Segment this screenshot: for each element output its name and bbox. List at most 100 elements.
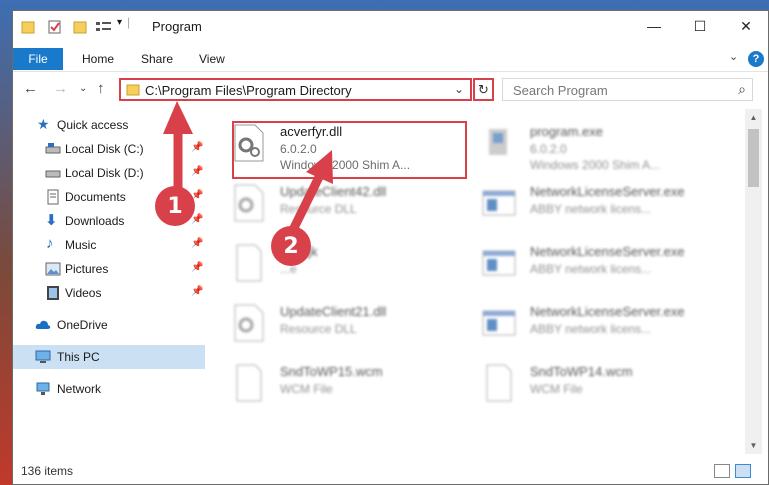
search-placeholder: Search Program — [513, 83, 608, 98]
tab-home[interactable]: Home — [82, 52, 114, 66]
back-arrow-icon[interactable]: ← — [23, 80, 38, 97]
vertical-scrollbar[interactable]: ▲ ▼ — [745, 109, 762, 454]
maximize-button[interactable]: ☐ — [677, 11, 723, 41]
tab-file[interactable]: File — [13, 48, 63, 70]
tab-share[interactable]: Share — [141, 52, 173, 66]
window-title: Program — [152, 19, 202, 34]
status-bar: 136 items — [13, 458, 768, 484]
minimize-button[interactable]: — — [631, 11, 677, 41]
pictures-icon — [45, 262, 61, 276]
file-item-sndtowp14-wcm[interactable]: SndToWP14.wcm WCM File — [458, 357, 703, 409]
file-item-updateclient42-dll[interactable]: UpdateClient42.dll Resource DLL — [208, 177, 453, 229]
file-item-networklicenseserver-exe[interactable]: NetworkLicenseServer.exe ABBY network li… — [458, 177, 703, 229]
sidebar-item-local-disk-c[interactable]: Local Disk (C:) 📌 — [13, 137, 205, 161]
dll-icon — [234, 184, 264, 222]
tab-view[interactable]: View — [199, 52, 225, 66]
expand-ribbon-icon[interactable]: ⌄ — [729, 50, 738, 63]
pin-icon[interactable]: 📌 — [191, 142, 203, 153]
details-view-icon[interactable] — [714, 464, 730, 478]
file-item-sndtowp15-wcm[interactable]: SndToWP15.wcm WCM File — [208, 357, 453, 409]
help-button[interactable]: ? — [748, 51, 764, 67]
refresh-button[interactable]: ↻ — [473, 78, 494, 101]
blank-file-icon — [236, 244, 262, 282]
step-badge-2: 2 — [271, 226, 311, 266]
folder-icon[interactable] — [21, 19, 35, 35]
file-description: WCM File — [280, 382, 333, 396]
pin-icon[interactable]: 📌 — [191, 262, 203, 273]
sidebar-item-music[interactable]: ♪ Music 📌 — [13, 233, 205, 257]
refresh-icon: ↻ — [478, 81, 489, 97]
large-icons-view-icon[interactable] — [735, 464, 751, 478]
recent-locations-icon[interactable]: ⌄ — [79, 83, 87, 94]
navigation-pane: ★ Quick access Local Disk (C:) 📌 Local D… — [13, 109, 205, 454]
title-separator: | — [127, 15, 131, 29]
scroll-up-icon[interactable]: ▲ — [745, 109, 762, 126]
star-icon: ★ — [37, 116, 50, 132]
cloud-icon — [35, 320, 51, 329]
new-folder-icon[interactable] — [73, 19, 87, 35]
file-name: UpdateClient21.dll — [280, 304, 387, 319]
dll-icon — [234, 304, 264, 342]
sidebar-item-label: Local Disk (C:) — [65, 142, 144, 156]
pin-icon[interactable]: 📌 — [191, 166, 203, 177]
close-button[interactable]: ✕ — [723, 11, 769, 41]
blank-file-icon — [486, 364, 512, 402]
sidebar-item-quick-access[interactable]: ★ Quick access — [13, 113, 205, 137]
properties-icon[interactable] — [47, 19, 63, 35]
exe-icon — [489, 129, 507, 155]
file-item-cjk[interactable]: ...n.cjk ...e — [208, 237, 453, 289]
sidebar-item-local-disk-d[interactable]: Local Disk (D:) 📌 — [13, 161, 205, 185]
network-icon — [36, 382, 50, 395]
file-item-updateclient21-dll[interactable]: UpdateClient21.dll Resource DLL — [208, 297, 453, 349]
sidebar-item-label: OneDrive — [57, 318, 108, 332]
file-description: ABBY network licens... — [530, 262, 652, 276]
file-highlight-box — [232, 121, 467, 179]
step-badge-1: 1 — [155, 186, 195, 226]
file-name: program.exe — [530, 124, 603, 139]
pin-icon[interactable]: 📌 — [191, 214, 203, 225]
file-description: Windows 2000 Shim A... — [530, 158, 661, 172]
file-name: SndToWP15.wcm — [280, 364, 383, 379]
forward-arrow-icon[interactable]: → — [53, 80, 68, 97]
file-description: Resource DLL — [280, 202, 357, 216]
address-path: C:\Program Files\Program Directory — [145, 83, 352, 98]
sidebar-item-videos[interactable]: Videos 📌 — [13, 281, 205, 305]
file-name: SndToWP14.wcm — [530, 364, 633, 379]
up-arrow-icon[interactable]: ↑ — [97, 80, 105, 97]
drive-icon — [45, 170, 61, 178]
search-box[interactable]: Search Program ⌕ — [502, 78, 753, 101]
sidebar-item-this-pc[interactable]: This PC — [13, 345, 205, 369]
app-window-icon — [482, 190, 516, 216]
drive-icon — [45, 143, 61, 154]
file-version: 6.0.2.0 — [530, 142, 567, 156]
ribbon-tabs: File Home Share View ⌄ ? — [13, 48, 768, 70]
sidebar-item-onedrive[interactable]: OneDrive — [13, 313, 205, 337]
address-dropdown-icon[interactable]: ⌄ — [454, 82, 464, 96]
sidebar-item-pictures[interactable]: Pictures 📌 — [13, 257, 205, 281]
file-name: NetworkLicenseServer.exe — [530, 244, 685, 259]
sidebar-item-label: Network — [57, 382, 102, 396]
videos-icon — [47, 286, 59, 300]
search-icon: ⌕ — [738, 81, 746, 97]
pin-icon[interactable]: 📌 — [191, 238, 203, 249]
address-bar[interactable]: C:\Program Files\Program Directory ⌄ — [119, 78, 472, 101]
sidebar-item-label: Quick access — [57, 118, 129, 132]
sidebar-item-label: Downloads — [65, 214, 125, 228]
documents-icon — [47, 189, 59, 205]
sidebar-item-network[interactable]: Network — [13, 377, 205, 401]
sidebar-item-label: Videos — [65, 286, 102, 300]
sidebar-item-label: Local Disk (D:) — [65, 166, 144, 180]
scroll-down-icon[interactable]: ▼ — [745, 437, 762, 454]
view-options-icon[interactable] — [95, 19, 113, 35]
file-item-networklicenseserver-exe[interactable]: NetworkLicenseServer.exe ABBY network li… — [458, 297, 703, 349]
scrollbar-thumb[interactable] — [748, 129, 759, 187]
title-bar: ▾ | Program — ☐ ✕ — [13, 11, 768, 41]
pin-icon[interactable]: 📌 — [191, 286, 203, 297]
file-description: WCM File — [530, 382, 583, 396]
file-description: ABBY network licens... — [530, 322, 652, 336]
navigation-bar: ← → ⌄ ↑ C:\Program Files\Program Directo… — [13, 71, 768, 105]
file-item-program-exe[interactable]: program.exe 6.0.2.0 Windows 2000 Shim A.… — [458, 117, 703, 172]
customize-toolbar-icon[interactable]: ▾ — [117, 17, 122, 33]
app-window-icon — [482, 250, 516, 276]
file-item-networklicenseserver-exe[interactable]: NetworkLicenseServer.exe ABBY network li… — [458, 237, 703, 289]
